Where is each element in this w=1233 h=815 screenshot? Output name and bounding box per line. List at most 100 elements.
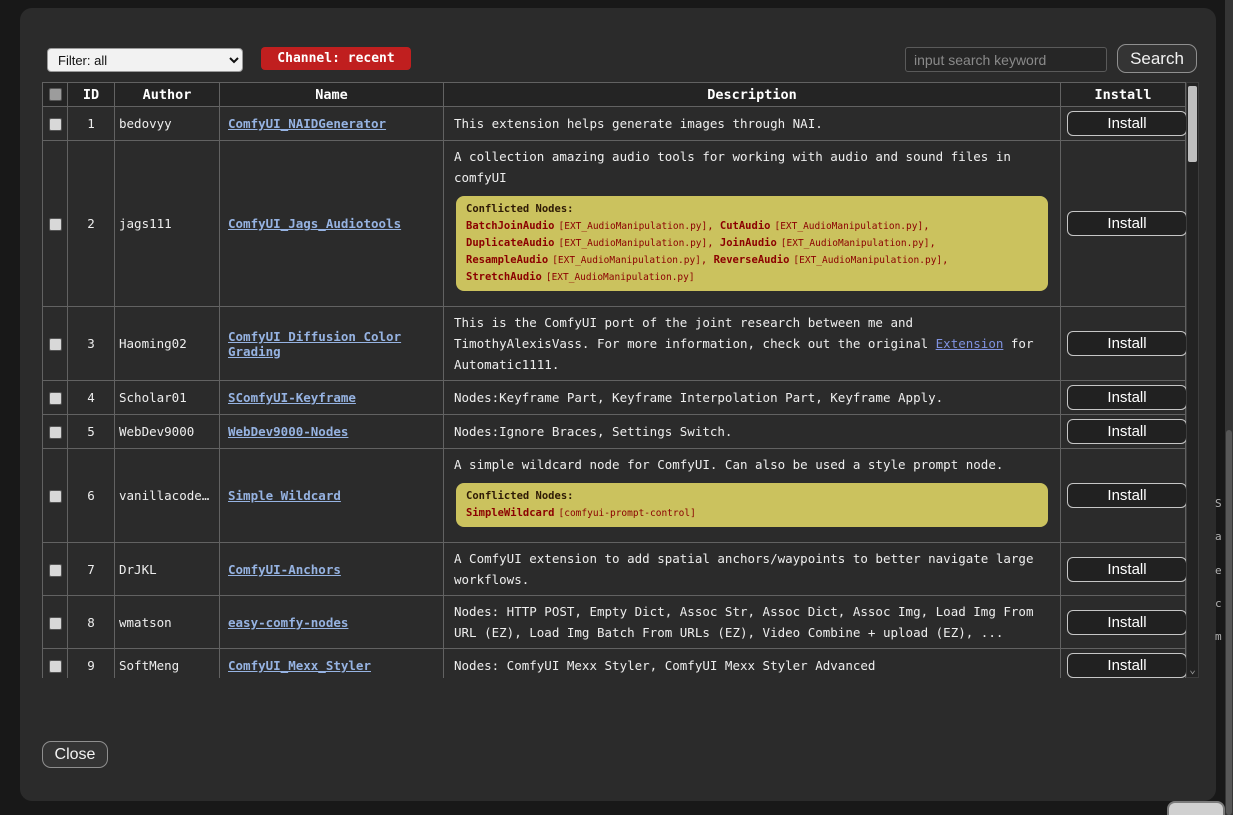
conflict-separator: , (942, 254, 948, 266)
install-cell: Install (1061, 449, 1186, 543)
install-button[interactable]: Install (1067, 557, 1187, 582)
page-scrollbar-thumb[interactable] (1226, 430, 1232, 815)
node-name-link[interactable]: WebDev9000-Nodes (228, 424, 348, 439)
header-name: Name (220, 83, 444, 107)
install-cell: Install (1061, 649, 1186, 679)
scroll-down-icon[interactable]: ⌄ (1187, 664, 1198, 676)
select-all-checkbox[interactable] (49, 88, 62, 101)
node-author: jags111 (115, 141, 220, 307)
install-cell: Install (1061, 141, 1186, 307)
conflict-title: Conflicted Nodes: (466, 489, 1038, 504)
node-id: 9 (68, 649, 115, 679)
node-name-cell: easy-comfy-nodes (220, 596, 444, 649)
edge-text-fragment: e (1215, 564, 1222, 577)
row-checkbox-cell (43, 596, 68, 649)
node-name-link[interactable]: easy-comfy-nodes (228, 615, 348, 630)
background-button-fragment (1167, 801, 1225, 815)
conflict-node-name: JoinAudio (720, 237, 777, 249)
node-description-cell: A ComfyUI extension to add spatial ancho… (444, 543, 1061, 596)
row-checkbox-cell (43, 141, 68, 307)
search-input[interactable] (905, 47, 1107, 72)
node-description-cell: A simple wildcard node for ComfyUI. Can … (444, 449, 1061, 543)
node-id: 1 (68, 107, 115, 141)
row-checkbox[interactable] (49, 118, 62, 131)
row-checkbox-cell (43, 307, 68, 381)
conflict-node-name: SimpleWildcard (466, 507, 555, 519)
node-name-link[interactable]: ComfyUI_NAIDGenerator (228, 116, 386, 131)
install-button[interactable]: Install (1067, 419, 1187, 444)
row-checkbox-cell (43, 107, 68, 141)
install-button[interactable]: Install (1067, 483, 1187, 508)
node-name-link[interactable]: Simple Wildcard (228, 488, 341, 503)
node-row: 3Haoming02ComfyUI Diffusion Color Gradin… (43, 307, 1186, 381)
row-checkbox[interactable] (49, 490, 62, 503)
install-cell: Install (1061, 596, 1186, 649)
node-name-cell: SComfyUI-Keyframe (220, 381, 444, 415)
row-checkbox[interactable] (49, 338, 62, 351)
conflict-node-source: [EXT_AudioManipulation.py] (774, 221, 923, 232)
install-button[interactable]: Install (1067, 385, 1187, 410)
node-author: vanillacode… (115, 449, 220, 543)
filter-select[interactable]: Filter: all (47, 48, 243, 72)
row-checkbox[interactable] (49, 218, 62, 231)
description-text: Nodes: HTTP POST, Empty Dict, Assoc Str,… (454, 604, 1033, 640)
table-scrollbar-thumb[interactable] (1188, 86, 1197, 162)
node-row: 6vanillacode…Simple WildcardA simple wil… (43, 449, 1186, 543)
node-id: 8 (68, 596, 115, 649)
install-button[interactable]: Install (1067, 211, 1187, 236)
node-id: 3 (68, 307, 115, 381)
node-name-link[interactable]: SComfyUI-Keyframe (228, 390, 356, 405)
table-header-row: ID Author Name Description Install (43, 83, 1186, 107)
install-button[interactable]: Install (1067, 653, 1187, 678)
table-scrollbar[interactable]: ⌄ (1186, 82, 1199, 678)
node-name-link[interactable]: ComfyUI_Mexx_Styler (228, 658, 371, 673)
search-button[interactable]: Search (1117, 44, 1197, 73)
node-name-cell: ComfyUI_NAIDGenerator (220, 107, 444, 141)
conflict-separator: , (930, 237, 936, 249)
conflict-node-source: [EXT_AudioManipulation.py] (793, 255, 942, 266)
conflict-node-name: ResampleAudio (466, 254, 548, 266)
row-checkbox[interactable] (49, 564, 62, 577)
description-text: Nodes:Keyframe Part, Keyframe Interpolat… (454, 390, 943, 405)
install-button[interactable]: Install (1067, 331, 1187, 356)
row-checkbox-cell (43, 449, 68, 543)
conflict-node-name: ReverseAudio (714, 254, 790, 266)
node-name-cell: Simple Wildcard (220, 449, 444, 543)
description-text: This is the ComfyUI port of the joint re… (454, 315, 936, 351)
row-checkbox[interactable] (49, 617, 62, 630)
node-name-link[interactable]: ComfyUI Diffusion Color Grading (228, 329, 401, 359)
conflict-separator: , (707, 237, 720, 249)
conflict-node-source: [EXT_AudioManipulation.py] (559, 238, 708, 249)
node-name-link[interactable]: ComfyUI_Jags_Audiotools (228, 216, 401, 231)
node-name-link[interactable]: ComfyUI-Anchors (228, 562, 341, 577)
node-description-cell: Nodes:Ignore Braces, Settings Switch. (444, 415, 1061, 449)
header-description: Description (444, 83, 1061, 107)
node-description-cell: This extension helps generate images thr… (444, 107, 1061, 141)
install-button[interactable]: Install (1067, 610, 1187, 635)
install-cell: Install (1061, 543, 1186, 596)
close-button[interactable]: Close (42, 741, 108, 768)
node-author: Scholar01 (115, 381, 220, 415)
row-checkbox[interactable] (49, 392, 62, 405)
conflict-node-source: [EXT_AudioManipulation.py] (546, 272, 695, 283)
page-scrollbar[interactable] (1225, 0, 1233, 815)
node-id: 5 (68, 415, 115, 449)
description-text: A simple wildcard node for ComfyUI. Can … (454, 457, 1003, 472)
channel-badge: Channel: recent (261, 47, 411, 70)
nodes-table: ID Author Name Description Install 1bedo… (42, 82, 1186, 678)
node-row: 5WebDev9000WebDev9000-NodesNodes:Ignore … (43, 415, 1186, 449)
install-button[interactable]: Install (1067, 111, 1187, 136)
node-id: 2 (68, 141, 115, 307)
header-checkbox-cell (43, 83, 68, 107)
row-checkbox-cell (43, 381, 68, 415)
row-checkbox[interactable] (49, 426, 62, 439)
row-checkbox[interactable] (49, 660, 62, 673)
node-row: 8wmatsoneasy-comfy-nodesNodes: HTTP POST… (43, 596, 1186, 649)
header-author: Author (115, 83, 220, 107)
header-install: Install (1061, 83, 1186, 107)
edge-text-fragment: S (1215, 497, 1222, 510)
description-text: Nodes: ComfyUI Mexx Styler, ComfyUI Mexx… (454, 658, 875, 673)
description-link[interactable]: Extension (936, 336, 1004, 351)
edge-text-fragment: m (1215, 630, 1222, 643)
node-description-cell: This is the ComfyUI port of the joint re… (444, 307, 1061, 381)
